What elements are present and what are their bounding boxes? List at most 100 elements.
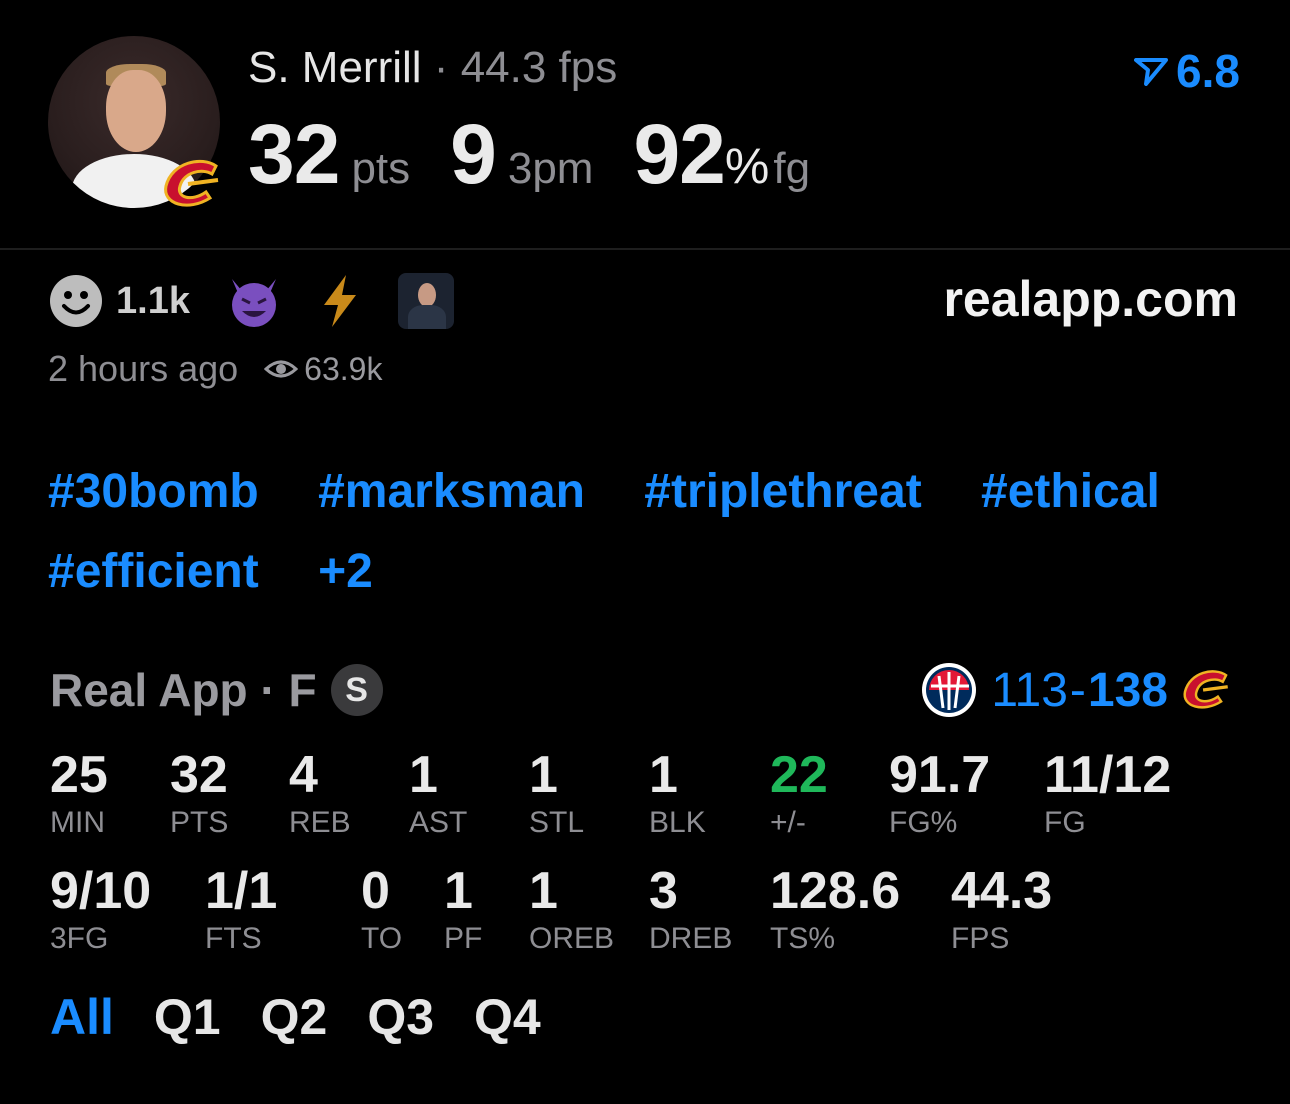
- stat-ts-pct: 128.6 TS%: [770, 862, 900, 956]
- rank-arrow-icon: [1134, 58, 1169, 86]
- reactor-body: [407, 305, 446, 329]
- tab-all[interactable]: All: [50, 988, 114, 1046]
- player-fps: 44.3 fps: [460, 43, 618, 92]
- stat-fg: 11/12 FG: [1044, 746, 1171, 840]
- stat-value: 1: [409, 746, 438, 804]
- stat-value: 32: [170, 746, 228, 804]
- site-link[interactable]: realapp.com: [943, 270, 1238, 328]
- stat-value: 4: [289, 746, 318, 804]
- stat-to: 0 TO: [361, 862, 402, 956]
- stat-label: FG: [1044, 806, 1086, 839]
- stat-label: MIN: [50, 806, 105, 839]
- away-score: 113: [991, 663, 1068, 717]
- headline-pts-value: 32: [248, 107, 340, 201]
- headline-3pm-unit: 3pm: [507, 144, 594, 193]
- post-meta: 2 hours ago 63.9k: [48, 348, 382, 390]
- status-badge: S: [330, 664, 383, 716]
- stat-label: TO: [361, 922, 403, 955]
- stat-value: 1: [529, 862, 558, 920]
- headline-3pm-value: 9: [450, 107, 497, 201]
- hashtag-list: #30bomb #marksman #triplethreat #ethical…: [48, 452, 1248, 612]
- reactions-row: 1.1k: [48, 272, 454, 330]
- stat-value: 9/10: [50, 862, 152, 920]
- tab-q2[interactable]: Q2: [261, 988, 328, 1046]
- more-hashtags-button[interactable]: +2: [318, 532, 373, 612]
- game-source-label: Real App · F: [50, 664, 317, 716]
- stat-value: 44.3: [951, 862, 1053, 920]
- stat-fg-pct: 91.7 FG%: [889, 746, 990, 840]
- stat-label: +/-: [770, 806, 806, 839]
- stat-ast: 1 AST: [409, 746, 467, 840]
- stat-label: FTS: [205, 922, 262, 955]
- player-name[interactable]: S. Merrill: [248, 43, 422, 92]
- devil-emoji-icon[interactable]: [226, 273, 282, 329]
- stat-pf: 1 PF: [444, 862, 482, 956]
- stat-value: 1: [444, 862, 473, 920]
- hashtag[interactable]: #efficient: [48, 532, 259, 612]
- stat-pts: 32 PTS: [170, 746, 228, 840]
- stat-value: 128.6: [770, 862, 901, 920]
- stat-label: BLK: [649, 806, 706, 839]
- lightning-emoji-icon[interactable]: [316, 273, 364, 329]
- headline-pts-unit: pts: [351, 144, 411, 193]
- stat-value: 22: [770, 746, 828, 804]
- views-count: 63.9k: [304, 350, 383, 387]
- stat-value: 3: [649, 862, 678, 920]
- rank-value: 6.8: [1176, 45, 1240, 97]
- stat-stl: 1 STL: [529, 746, 584, 840]
- stat-reb: 4 REB: [289, 746, 351, 840]
- stat-value: 0: [361, 862, 390, 920]
- rank-badge[interactable]: 6.8: [1134, 44, 1240, 98]
- post-time: 2 hours ago: [48, 348, 239, 389]
- views-group: 63.9k: [264, 351, 382, 388]
- stat-label: AST: [409, 806, 468, 839]
- quarter-tabs: All Q1 Q2 Q3 Q4: [50, 988, 541, 1046]
- hashtag[interactable]: #ethical: [981, 452, 1160, 532]
- stat-oreb: 1 OREB: [529, 862, 614, 956]
- reactor-avatar[interactable]: [397, 273, 454, 329]
- stat-label: OREB: [529, 922, 615, 955]
- game-source[interactable]: Real App · F S: [50, 660, 383, 720]
- headline-fg-percent: %: [724, 138, 770, 194]
- tab-q3[interactable]: Q3: [367, 988, 434, 1046]
- game-score[interactable]: 113 - 138: [921, 660, 1238, 720]
- stat-3fg: 9/10 3FG: [50, 862, 151, 956]
- score-dash: -: [1069, 663, 1086, 717]
- smiley-icon[interactable]: [48, 273, 104, 329]
- stat-plus-minus: 22 +/-: [770, 746, 828, 840]
- stat-min: 25 MIN: [50, 746, 108, 840]
- stat-label: TS%: [770, 922, 836, 955]
- cavaliers-logo-icon: [1183, 670, 1228, 709]
- headline-stats: 32 pts 9 3pm 92 % fg: [248, 106, 810, 203]
- cavaliers-logo-icon: [158, 156, 230, 212]
- stat-value: 1: [649, 746, 678, 804]
- stat-dreb: 3 DREB: [649, 862, 732, 956]
- reactor-head: [417, 283, 436, 307]
- home-score: 138: [1087, 663, 1168, 717]
- hashtag[interactable]: #marksman: [318, 452, 585, 532]
- headline-fg-value: 92: [633, 107, 725, 201]
- name-separator: ·: [433, 43, 449, 92]
- stat-label: DREB: [649, 922, 733, 955]
- tab-q1[interactable]: Q1: [154, 988, 221, 1046]
- player-name-line: S. Merrill · 44.3 fps: [248, 40, 617, 96]
- stat-fps: 44.3 FPS: [951, 862, 1052, 956]
- wizards-logo-icon: [922, 663, 977, 717]
- hashtag[interactable]: #30bomb: [48, 452, 259, 532]
- stat-label: REB: [289, 806, 351, 839]
- avatar-face: [106, 70, 166, 152]
- stat-label: PTS: [170, 806, 229, 839]
- stat-label: FPS: [951, 922, 1010, 955]
- headline-fg-unit: fg: [773, 144, 811, 193]
- reaction-count[interactable]: 1.1k: [116, 280, 190, 323]
- header-divider: [0, 248, 1290, 250]
- stat-label: FG%: [889, 806, 958, 839]
- stat-value: 91.7: [889, 746, 991, 804]
- tab-q4[interactable]: Q4: [474, 988, 541, 1046]
- stat-label: PF: [444, 922, 483, 955]
- stat-fts: 1/1 FTS: [205, 862, 277, 956]
- hashtag[interactable]: #triplethreat: [644, 452, 921, 532]
- stat-value: 1: [529, 746, 558, 804]
- stat-label: STL: [529, 806, 585, 839]
- stat-blk: 1 BLK: [649, 746, 706, 840]
